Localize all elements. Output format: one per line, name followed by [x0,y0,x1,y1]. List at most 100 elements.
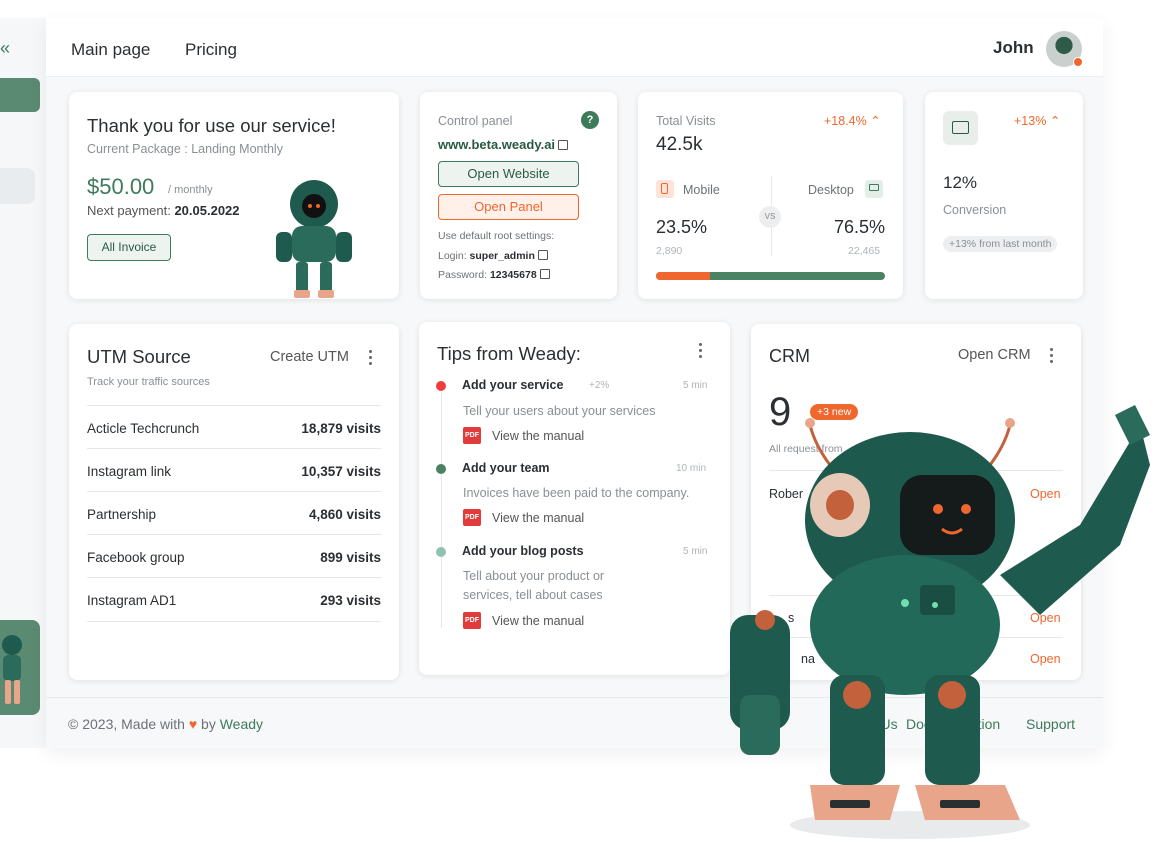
chevron-up-icon: ⌃ [1049,114,1061,128]
tip-description: Invoices have been paid to the company. [463,486,690,500]
utm-visits: 899 visits [320,550,381,565]
table-row[interactable]: Partnership 4,860 visits [87,491,381,535]
visits-change: +18.4% ⌃ [824,113,881,128]
tip-title[interactable]: Add your team [462,461,550,475]
crm-menu-icon[interactable] [1050,348,1054,366]
view-manual-link[interactable]: View the manual [492,614,584,628]
utm-visits: 4,860 visits [308,507,381,522]
tip-status-dot [436,464,446,474]
table-row[interactable]: Instagram AD1 293 visits [87,577,381,622]
footer-by: by [201,716,216,732]
crm-title: CRM [769,346,810,366]
desktop-icon [865,180,883,198]
vs-badge: VS [759,206,781,228]
email-check-icon [943,111,978,145]
visits-change-value: +18.4% [824,114,867,128]
utm-visits: 18,879 visits [301,421,381,436]
desktop-label: Desktop [808,183,854,197]
timeline-line [441,392,442,628]
create-utm-button[interactable]: Create UTM [270,349,349,365]
website-domain[interactable]: www.beta.weady.ai [438,137,569,152]
chevron-up-icon: ⌃ [870,114,881,128]
utm-title: UTM Source [87,346,191,367]
tip-time: 10 min [676,463,707,474]
desktop-count: 22,465 [848,245,881,257]
price-period: / monthly [168,184,213,196]
tip-badge: +2% [589,380,610,391]
pdf-icon: PDF [463,427,481,444]
next-payment-date: 20.05.2022 [174,203,240,218]
utm-visits: 10,357 visits [301,464,381,479]
password-line: Password: 12345678 [438,268,550,281]
table-row[interactable]: Instagram link 10,357 visits [87,448,381,492]
heart-icon: ♥ [188,716,198,732]
utm-visits: 293 visits [320,593,381,608]
tip-title[interactable]: Add your service [462,378,563,392]
utm-source: Instagram link [87,464,172,479]
current-package: Current Package : Landing Monthly [87,142,283,156]
utm-subtitle: Track your traffic sources [87,376,210,388]
open-crm-button[interactable]: Open CRM [958,347,1031,363]
collapse-sidebar-icon[interactable]: « [0,38,10,59]
tips-menu-icon[interactable] [699,343,703,361]
conversion-change-value: +13% [1014,114,1047,128]
mobile-percentage: 23.5% [656,217,708,237]
footer-brand-link[interactable]: Weady [220,716,263,732]
tip-time: 5 min [683,546,708,557]
all-invoice-button[interactable]: All Invoice [87,234,171,261]
login-line: Login: super_admin [438,249,548,262]
robot-mascot-illustration [720,405,1160,845]
mobile-share-fill [656,272,710,280]
open-panel-button[interactable]: Open Panel [438,194,579,220]
table-row[interactable]: Facebook group 899 visits [87,534,381,578]
sidebar-item[interactable] [0,168,35,204]
login-label: Login: [438,250,467,262]
tip-description-line-2: services, tell about cases [463,588,603,602]
password-value: 12345678 [489,269,537,281]
total-visits-value: 42.5k [656,134,703,155]
subscription-title: Thank you for use our service! [87,115,336,136]
next-payment-label: Next payment: [87,203,171,218]
utm-source: Acticle Techcrunch [87,421,200,436]
login-value: super_admin [469,250,535,262]
mobile-count: 2,890 [656,245,683,257]
conversion-value: 12% [943,173,978,192]
online-status-dot [1073,57,1083,67]
nav-pricing[interactable]: Pricing [185,40,237,60]
open-website-button[interactable]: Open Website [438,161,579,187]
tips-title: Tips from Weady: [437,343,581,364]
tip-description: Tell your users about your services [463,404,656,418]
website-domain-text[interactable]: www.beta.weady.ai [438,137,555,152]
copy-icon[interactable] [558,140,569,150]
conversion-note: +13% from last month [943,236,1058,252]
footer-copyright: © 2023, Made with ♥ by Weady [68,716,263,732]
next-payment: Next payment: 20.05.2022 [87,203,240,218]
tip-status-dot [436,381,446,391]
password-label: Password: [438,269,488,281]
control-panel-title: Control panel [438,114,513,128]
user-name[interactable]: John [993,38,1034,58]
nav-main-page[interactable]: Main page [71,40,150,60]
utm-source: Facebook group [87,550,185,565]
table-row[interactable]: Acticle Techcrunch 18,879 visits [87,405,381,449]
utm-source: Partnership [87,507,157,522]
help-icon[interactable]: ? [581,111,599,129]
visits-share-bar [656,272,885,280]
utm-source: Instagram AD1 [87,593,177,608]
utm-menu-icon[interactable] [369,350,373,368]
pdf-icon: PDF [463,509,481,526]
view-manual-link[interactable]: View the manual [492,429,584,443]
copy-icon[interactable] [537,250,548,260]
desktop-percentage: 76.5% [834,217,886,237]
settings-note: Use default root settings: [438,230,555,242]
copy-icon[interactable] [539,269,550,279]
package-price: $50.00 [87,174,155,199]
total-visits-title: Total Visits [656,114,716,128]
robot-illustration [270,166,356,300]
sidebar-robot-image [0,620,40,715]
conversion-change: +13% ⌃ [1014,113,1060,128]
sidebar-item-active[interactable] [0,78,40,112]
tip-time: 5 min [683,380,708,391]
tip-title[interactable]: Add your blog posts [462,544,584,558]
view-manual-link[interactable]: View the manual [492,511,584,525]
